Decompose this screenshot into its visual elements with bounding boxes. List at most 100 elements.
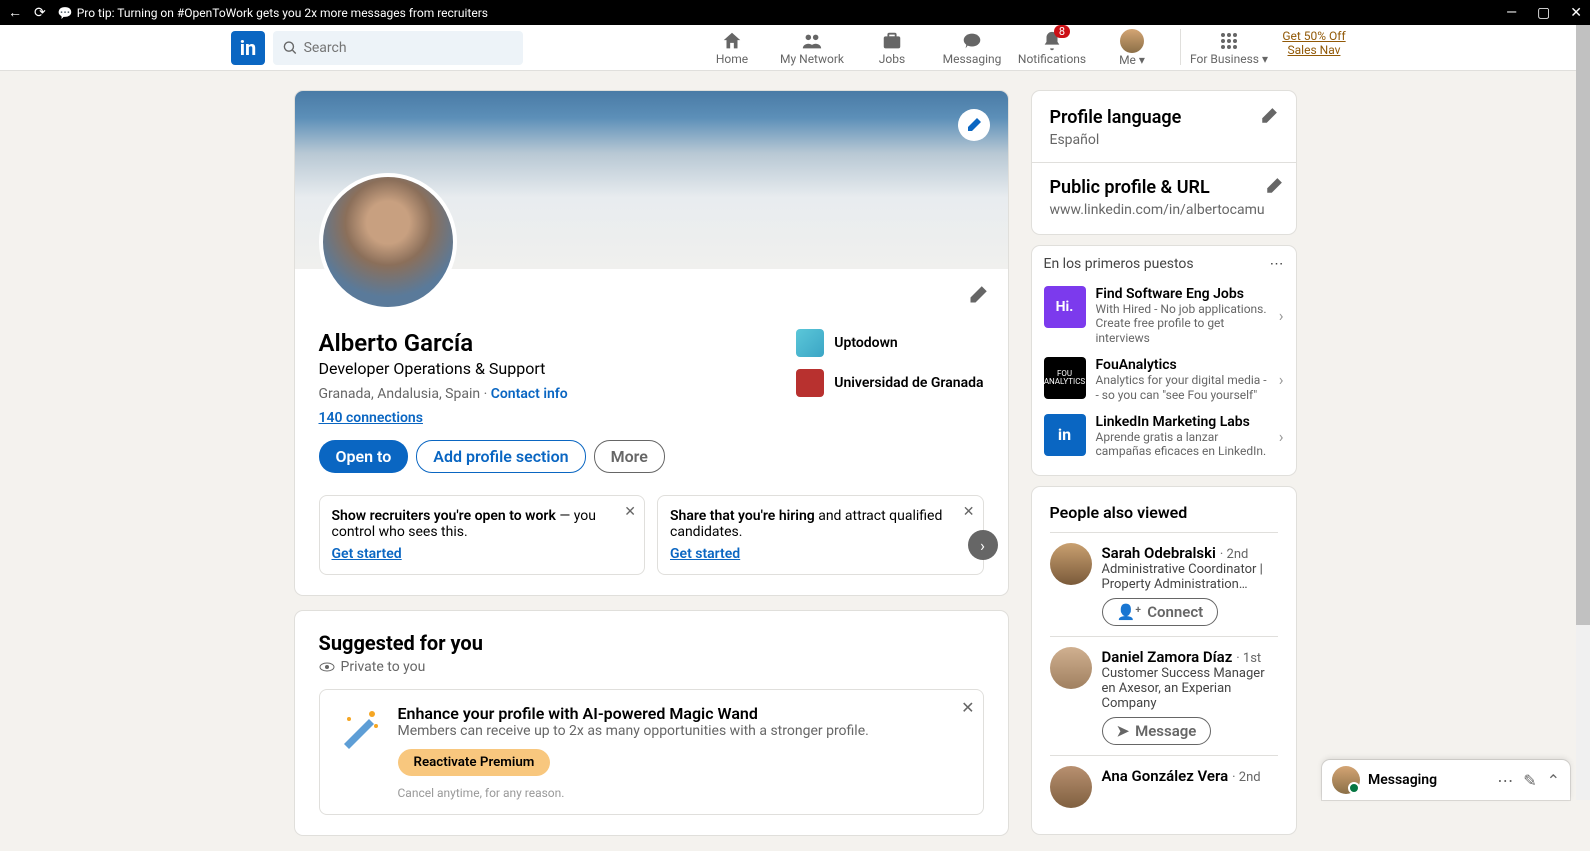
messaging-label: Messaging <box>1368 772 1489 788</box>
nav-network[interactable]: My Network <box>772 29 852 67</box>
uptodown-logo <box>796 329 824 357</box>
lang-value: Español <box>1050 132 1182 148</box>
edit-profile-button[interactable] <box>968 285 988 305</box>
pencil-icon <box>1265 177 1283 195</box>
ad-item[interactable]: FOUANALYTICS FouAnalyticsAnalytics for y… <box>1044 351 1284 408</box>
pro-tip-text: Pro tip: Turning on #OpenToWork gets you… <box>77 6 488 20</box>
more-button[interactable]: More <box>594 440 665 473</box>
chevron-up-icon[interactable]: ⌃ <box>1547 771 1560 790</box>
people-also-viewed-card: People also viewed Sarah Odebralski · 2n… <box>1032 487 1296 834</box>
grid-icon <box>1219 30 1239 52</box>
profile-card: Uptodown Universidad de Granada Alberto … <box>295 91 1008 595</box>
linkedin-logo[interactable]: in <box>231 31 265 65</box>
close-icon[interactable]: ✕ <box>961 698 974 717</box>
pav-item[interactable]: Sarah Odebralski · 2nd Administrative Co… <box>1050 532 1278 636</box>
scroll-thumb[interactable] <box>1576 25 1590 625</box>
edit-language-button[interactable] <box>1260 107 1278 125</box>
avatar-icon <box>1332 766 1360 794</box>
pav-title: People also viewed <box>1050 503 1278 522</box>
magic-wand-icon <box>334 704 384 754</box>
search-icon <box>283 40 298 56</box>
close-icon[interactable]: ✕ <box>1570 5 1582 21</box>
url-value: www.linkedin.com/in/albertocamu <box>1050 202 1265 218</box>
get-started-link[interactable]: Get started <box>670 546 740 562</box>
avatar-icon <box>1120 29 1144 53</box>
messaging-overlay[interactable]: Messaging ⋯ ✎ ⌃ <box>1322 760 1570 800</box>
nav-me[interactable]: Me ▾ <box>1092 29 1172 67</box>
nav-home[interactable]: Home <box>692 29 772 67</box>
cancel-note: Cancel anytime, for any reason. <box>398 786 869 800</box>
home-icon <box>721 30 743 52</box>
nav-notifications[interactable]: 8 Notifications <box>1012 29 1092 67</box>
chevron-right-icon: › <box>1279 306 1284 325</box>
next-hint-button[interactable]: › <box>968 530 998 560</box>
hint-open-to-work: ✕ Show recruiters you're open to work — … <box>319 495 646 575</box>
pencil-icon <box>966 117 982 133</box>
close-icon[interactable]: ✕ <box>963 504 975 520</box>
suggest-title: Enhance your profile with AI-powered Mag… <box>398 704 869 723</box>
pencil-icon <box>968 285 988 305</box>
fouanalytics-logo: FOUANALYTICS <box>1044 357 1086 399</box>
connect-button[interactable]: 👤⁺Connect <box>1102 598 1219 626</box>
ad-item[interactable]: in LinkedIn Marketing LabsAprende gratis… <box>1044 408 1284 465</box>
avatar <box>1050 647 1092 689</box>
reactivate-premium-button[interactable]: Reactivate Premium <box>398 749 551 776</box>
avatar <box>1050 543 1092 585</box>
ad-item[interactable]: Hi. Find Software Eng JobsWith Hired - N… <box>1044 280 1284 351</box>
company-link[interactable]: Uptodown <box>796 329 983 357</box>
suggest-box: ✕ Enhance your profile with AI-powered M… <box>319 689 984 815</box>
eye-icon <box>319 659 335 675</box>
window-titlebar: ← ⟳ 💬 Pro tip: Turning on #OpenToWork ge… <box>0 0 1590 25</box>
connections-link[interactable]: 140 connections <box>319 410 423 426</box>
close-icon[interactable]: ✕ <box>624 504 636 520</box>
cover-photo[interactable] <box>295 91 1008 269</box>
url-title: Public profile & URL <box>1050 177 1265 198</box>
school-link[interactable]: Universidad de Granada <box>796 369 983 397</box>
minimize-icon[interactable]: — <box>1506 5 1517 21</box>
suggested-card: Suggested for you Private to you ✕ Enhan… <box>295 611 1008 835</box>
vertical-scrollbar[interactable] <box>1576 25 1590 800</box>
private-note: Private to you <box>319 659 984 675</box>
message-icon <box>961 30 983 52</box>
contact-info-link[interactable]: Contact info <box>491 386 568 402</box>
nav-promo-link[interactable]: Get 50% Off Sales Nav <box>1269 29 1359 67</box>
pav-item[interactable]: Ana González Vera · 2nd <box>1050 755 1278 818</box>
send-icon: ➤ <box>1117 722 1130 740</box>
suggest-sub: Members can receive up to 2x as many opp… <box>398 723 869 739</box>
get-started-link[interactable]: Get started <box>332 546 402 562</box>
open-to-button[interactable]: Open to <box>319 440 409 473</box>
person-plus-icon: 👤⁺ <box>1117 603 1142 621</box>
nav-business[interactable]: For Business ▾ <box>1189 29 1269 67</box>
notification-badge: 8 <box>1054 25 1070 38</box>
back-icon[interactable]: ← <box>8 4 22 21</box>
promoted-card: En los primeros puestos ⋯ Hi. Find Softw… <box>1032 246 1296 475</box>
edit-url-button[interactable] <box>1265 177 1283 195</box>
hired-logo: Hi. <box>1044 286 1086 328</box>
search-box[interactable] <box>273 31 523 65</box>
hint-hiring: ✕ Share that you're hiring and attract q… <box>657 495 984 575</box>
nav-jobs[interactable]: Jobs <box>852 29 932 67</box>
ad-menu-icon[interactable]: ⋯ <box>1270 256 1284 272</box>
ad-header-text: En los primeros puestos <box>1044 256 1194 272</box>
reload-icon[interactable]: ⟳ <box>34 5 46 21</box>
more-icon[interactable]: ⋯ <box>1497 771 1513 790</box>
profile-education: Uptodown Universidad de Granada <box>796 329 983 409</box>
pav-item[interactable]: Daniel Zamora Díaz · 1st Customer Succes… <box>1050 636 1278 755</box>
ugr-logo <box>796 369 824 397</box>
linkedin-logo: in <box>1044 414 1086 456</box>
edit-cover-button[interactable] <box>958 109 990 141</box>
maximize-icon[interactable]: ▢ <box>1537 5 1550 21</box>
lang-title: Profile language <box>1050 107 1182 128</box>
search-input[interactable] <box>304 40 513 56</box>
top-nav: in Home My Network Jobs <box>0 25 1590 71</box>
briefcase-icon <box>881 30 903 52</box>
pencil-icon <box>1260 107 1278 125</box>
suggested-heading: Suggested for you <box>319 631 984 655</box>
people-icon <box>801 30 823 52</box>
message-button[interactable]: ➤Message <box>1102 717 1212 745</box>
avatar <box>1050 766 1092 808</box>
nav-messaging[interactable]: Messaging <box>932 29 1012 67</box>
chevron-right-icon: › <box>1279 370 1284 389</box>
add-section-button[interactable]: Add profile section <box>416 440 585 473</box>
compose-icon[interactable]: ✎ <box>1523 771 1536 790</box>
